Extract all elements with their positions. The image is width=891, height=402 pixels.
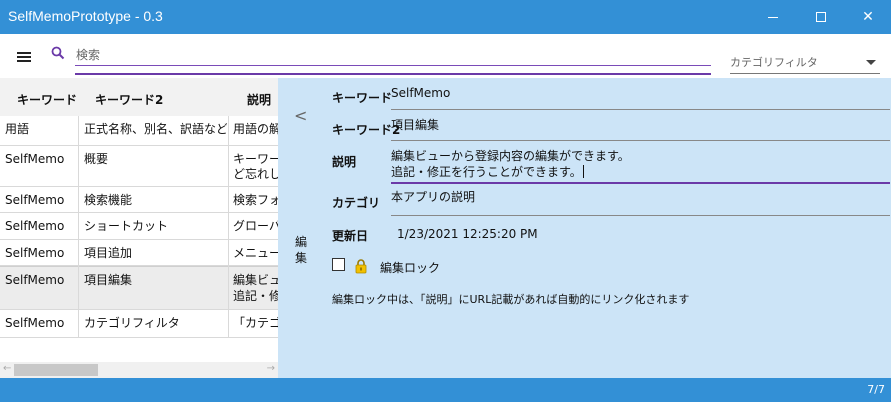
table-row[interactable]: SelfMemo ショートカット グローバル (0, 213, 278, 240)
cell-description: 「カテゴリ (233, 316, 278, 330)
cell-description: 検索フォ (233, 193, 278, 207)
updated-label: 更新日 (332, 229, 369, 243)
close-icon: ✕ (862, 9, 874, 25)
edit-pane-label: 編集 (294, 235, 307, 265)
horizontal-scrollbar[interactable]: ← → (0, 362, 278, 378)
cell-keyword: SelfMemo (5, 219, 65, 233)
column-header-description[interactable]: 説明 (247, 91, 271, 108)
cell-description: メニューの (233, 246, 278, 260)
cell-keyword2: 正式名称、別名、訳語など (84, 122, 227, 136)
edit-lock-checkbox[interactable] (332, 258, 345, 271)
edit-lock-note: 編集ロック中は、「説明」にURL記載があれば自動的にリンク化されます (332, 293, 690, 306)
description-line2: 追記・修正を行うことができます。 (391, 165, 582, 179)
cell-keyword: SelfMemo (5, 316, 65, 330)
lock-icon (355, 259, 367, 274)
cell-keyword: SelfMemo (5, 152, 65, 166)
table-row[interactable]: SelfMemo 項目追加 メニューの (0, 240, 278, 266)
scroll-left-icon[interactable]: ← (3, 363, 11, 374)
minimize-button[interactable] (750, 0, 796, 34)
cell-keyword: SelfMemo (5, 193, 65, 207)
menu-icon[interactable] (17, 52, 31, 62)
table-row[interactable]: SelfMemo 検索機能 検索フォ (0, 187, 278, 213)
keyword-label: キーワード (332, 91, 393, 105)
cell-keyword: SelfMemo (5, 273, 65, 287)
column-header-keyword[interactable]: キーワード (17, 91, 77, 108)
table-row[interactable]: SelfMemo カテゴリフィルタ 「カテゴリ (0, 310, 278, 338)
record-count: 7/7 (867, 383, 885, 396)
column-divider (78, 116, 79, 338)
cell-keyword2: ショートカット (84, 219, 169, 233)
keyword-field[interactable]: SelfMemo (391, 85, 450, 101)
column-header-keyword2[interactable]: キーワード2 (95, 91, 163, 108)
grid-header: キーワード キーワード2 説明 (0, 78, 278, 116)
updated-value: 1/23/2021 12:25:20 PM (397, 227, 538, 241)
search-icon (51, 46, 65, 60)
column-divider (228, 116, 229, 338)
table-row-selected[interactable]: SelfMemo 項目編集 編集ビュ 追記・修 (0, 266, 278, 310)
cell-description-line2: 追記・修 (233, 289, 278, 303)
cell-description: 用語の解 (233, 122, 278, 136)
cell-keyword: SelfMemo (5, 246, 65, 260)
category-field-underline (391, 215, 890, 216)
chevron-down-icon (866, 60, 876, 65)
cell-keyword2: 項目追加 (84, 246, 133, 260)
category-label: カテゴリ (332, 196, 381, 210)
search-focus-underline (75, 73, 711, 75)
description-focus-underline (391, 182, 890, 184)
category-field[interactable]: 本アプリの説明 (391, 189, 475, 205)
keyword-field-underline (391, 109, 890, 110)
status-bar: 7/7 (0, 378, 891, 402)
category-filter-dropdown[interactable]: カテゴリフィルタ (730, 50, 880, 74)
memo-grid: キーワード キーワード2 説明 用語 正式名称、別名、訳語など 用語の解 Sel… (0, 78, 278, 378)
keyword2-field[interactable]: 項目編集 (391, 117, 439, 133)
cell-keyword2: 項目編集 (84, 273, 133, 287)
edit-lock-label[interactable]: 編集ロック (380, 259, 440, 276)
table-row[interactable]: 用語 正式名称、別名、訳語など 用語の解 (0, 116, 278, 146)
title-bar: SelfMemoPrototype - 0.3 ✕ (0, 0, 891, 34)
toolbar: カテゴリフィルタ (0, 34, 891, 78)
cell-keyword2: 検索機能 (84, 193, 133, 207)
maximize-button[interactable] (798, 0, 844, 34)
text-caret (582, 165, 584, 178)
description-label: 説明 (332, 155, 357, 169)
edit-panel: < 編集 キーワード SelfMemo キーワード2 項目編集 説明 編集ビュー… (278, 78, 891, 378)
cell-keyword2: 概要 (84, 152, 109, 166)
cell-description: キーワード (233, 152, 278, 166)
category-filter-placeholder: カテゴリフィルタ (730, 56, 818, 69)
cell-description: グローバル (233, 219, 278, 233)
search-input[interactable] (75, 44, 711, 66)
maximize-icon (816, 12, 826, 22)
keyword2-field-underline (391, 140, 890, 141)
scrollbar-thumb[interactable] (14, 364, 98, 376)
cell-description-line2: ど忘れし (233, 167, 278, 181)
cell-keyword2: カテゴリフィルタ (84, 316, 180, 330)
chevron-left-icon[interactable]: < (294, 106, 307, 125)
cell-keyword: 用語 (5, 122, 30, 136)
close-button[interactable]: ✕ (845, 0, 891, 34)
description-field[interactable]: 編集ビューから登録内容の編集ができます。 追記・修正を行うことができます。 (391, 148, 630, 180)
table-row[interactable]: SelfMemo 概要 キーワード ど忘れし (0, 146, 278, 187)
scroll-right-icon[interactable]: → (267, 363, 275, 374)
minimize-icon (768, 16, 778, 18)
window-title: SelfMemoPrototype - 0.3 (8, 8, 163, 24)
description-line1: 編集ビューから登録内容の編集ができます。 (391, 149, 630, 163)
cell-description: 編集ビュ (233, 273, 278, 287)
